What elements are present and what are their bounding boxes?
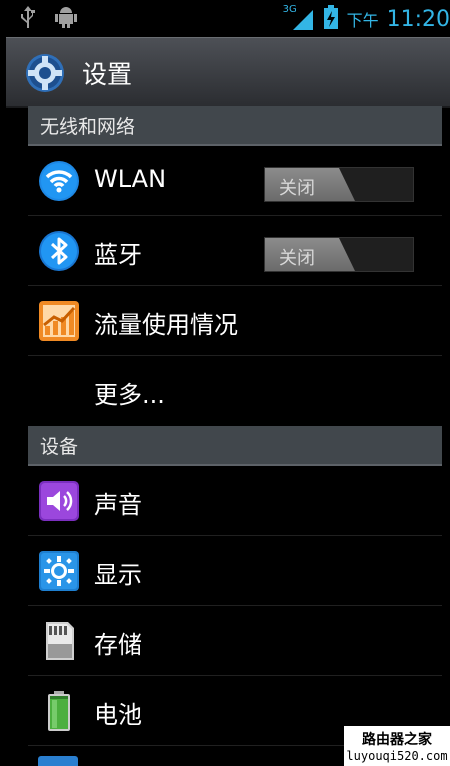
list-item-label: 流量使用情况 [94, 311, 238, 339]
list-item-label: 电池 [94, 701, 142, 729]
partial-item-icon [38, 756, 78, 766]
page-title: 设置 [82, 60, 133, 89]
list-item-label: 显示 [94, 561, 142, 589]
bluetooth-toggle[interactable]: 关闭 [264, 237, 414, 272]
list-item-label: 更多... [94, 381, 165, 409]
watermark-line1: 路由器之家 [362, 732, 432, 748]
list-item-storage[interactable]: 存储 [28, 606, 442, 676]
list-item-label: WLAN [94, 165, 167, 193]
sound-icon [38, 480, 80, 522]
section-header-device: 设备 [28, 426, 442, 466]
settings-gear-icon[interactable] [24, 52, 66, 98]
storage-icon [38, 620, 80, 662]
toggle-state-label: 关闭 [279, 178, 315, 199]
battery-charging-icon [323, 4, 339, 34]
watermark: 路由器之家 luyouqi520.com [344, 726, 450, 766]
clock: 11:20 [386, 6, 450, 32]
watermark-line2: luyouqi520.com [346, 749, 448, 763]
list-item-wlan[interactable]: WLAN 关闭 [28, 146, 442, 216]
settings-list: 无线和网络 WLAN 关闭 蓝牙 关闭 流量使用情况 更多... 设备 声音 显… [28, 106, 442, 766]
list-item-label: 蓝牙 [94, 241, 142, 269]
list-item-more[interactable]: 更多... [28, 356, 442, 426]
list-item-label: 存储 [94, 631, 142, 659]
wlan-toggle[interactable]: 关闭 [264, 167, 414, 202]
section-header-wireless: 无线和网络 [28, 106, 442, 146]
signal-icon: 3G [283, 4, 315, 32]
ampm-label: 下午 [346, 11, 379, 30]
toggle-state-label: 关闭 [279, 248, 315, 269]
list-item-label: 声音 [94, 491, 142, 519]
battery-icon [38, 690, 80, 732]
action-bar: 设置 [6, 37, 450, 108]
bluetooth-icon [38, 230, 80, 272]
list-item-sound[interactable]: 声音 [28, 466, 442, 536]
list-item-bluetooth[interactable]: 蓝牙 关闭 [28, 216, 442, 286]
status-bar: 3G 下午 11:20 [0, 0, 450, 34]
network-type: 3G [282, 4, 297, 15]
list-item-data-usage[interactable]: 流量使用情况 [28, 286, 442, 356]
data-usage-icon [38, 300, 80, 342]
usb-icon [18, 5, 38, 33]
wifi-icon [38, 160, 80, 202]
list-item-display[interactable]: 显示 [28, 536, 442, 606]
android-debug-icon [54, 5, 78, 33]
display-icon [38, 550, 80, 592]
